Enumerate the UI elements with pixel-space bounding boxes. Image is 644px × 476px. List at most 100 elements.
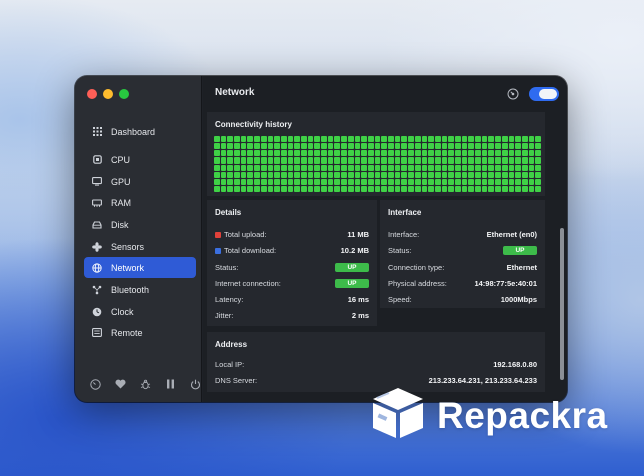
grid-icon bbox=[92, 127, 102, 137]
connectivity-cell bbox=[508, 157, 515, 164]
sidebar-item-ram[interactable]: RAM bbox=[84, 192, 196, 213]
close-button[interactable] bbox=[87, 89, 97, 99]
connectivity-cell bbox=[301, 178, 307, 185]
interface-row: Physical address: 14:98:77:5e:40:01 bbox=[388, 277, 537, 289]
connectivity-cell bbox=[515, 178, 521, 185]
status-badge: UP bbox=[335, 278, 369, 288]
connectivity-cell bbox=[374, 157, 381, 164]
heart-icon[interactable] bbox=[114, 378, 126, 390]
sidebar-item-remote[interactable]: Remote bbox=[84, 322, 196, 343]
sidebar-item-bluetooth[interactable]: Bluetooth bbox=[84, 279, 196, 300]
connectivity-cell bbox=[508, 150, 515, 157]
connectivity-cell bbox=[220, 185, 227, 192]
gauge-icon[interactable] bbox=[89, 378, 101, 390]
row-label: DNS Server: bbox=[215, 375, 258, 385]
bug-icon[interactable] bbox=[139, 378, 151, 390]
connectivity-cell bbox=[327, 171, 334, 178]
connectivity-cell bbox=[234, 178, 240, 185]
row-label: Local IP: bbox=[215, 359, 245, 369]
connectivity-cell bbox=[488, 150, 495, 157]
connectivity-cell bbox=[461, 185, 468, 192]
connectivity-cell bbox=[501, 157, 508, 164]
connectivity-cell bbox=[394, 150, 401, 157]
connectivity-cell bbox=[394, 185, 401, 192]
connectivity-cell bbox=[234, 157, 240, 164]
connectivity-cell bbox=[301, 136, 307, 143]
connectivity-cell bbox=[414, 143, 421, 150]
connectivity-cell bbox=[240, 136, 247, 143]
row-label: Jitter: bbox=[215, 310, 234, 320]
connectivity-cell bbox=[528, 185, 535, 192]
connectivity-cell bbox=[434, 143, 441, 150]
zoom-button[interactable] bbox=[119, 89, 129, 99]
connectivity-cell bbox=[468, 178, 475, 185]
connectivity-cell bbox=[408, 164, 414, 171]
sidebar-item-network[interactable]: Network bbox=[84, 257, 196, 278]
connectivity-cell bbox=[367, 150, 374, 157]
sidebar-item-dashboard[interactable]: Dashboard bbox=[84, 121, 196, 142]
connectivity-cell bbox=[227, 157, 234, 164]
connectivity-cell bbox=[254, 157, 260, 164]
connectivity-cell bbox=[260, 171, 267, 178]
connectivity-cell bbox=[267, 185, 274, 192]
sidebar-item-label: CPU bbox=[111, 154, 131, 165]
connectivity-cell bbox=[374, 185, 381, 192]
row-value: 16 ms bbox=[347, 294, 369, 304]
power-icon[interactable] bbox=[189, 378, 201, 390]
connectivity-cell bbox=[408, 157, 414, 164]
pause-icon[interactable] bbox=[164, 378, 176, 390]
connectivity-cell bbox=[274, 150, 280, 157]
sidebar-item-label: Remote bbox=[111, 327, 143, 338]
connectivity-cell bbox=[341, 185, 347, 192]
connectivity-cell bbox=[227, 164, 234, 171]
connectivity-cell bbox=[528, 178, 535, 185]
connectivity-cell bbox=[408, 178, 414, 185]
connectivity-cell bbox=[361, 150, 367, 157]
connectivity-cell bbox=[475, 150, 481, 157]
connectivity-cell bbox=[475, 164, 481, 171]
connectivity-cell bbox=[428, 150, 434, 157]
sidebar-item-gpu[interactable]: GPU bbox=[84, 171, 196, 192]
connectivity-cell bbox=[341, 143, 347, 150]
connectivity-cell bbox=[401, 164, 408, 171]
disk-icon bbox=[92, 220, 102, 230]
connectivity-cell bbox=[428, 157, 434, 164]
row-label: Speed: bbox=[388, 294, 412, 304]
connectivity-cell bbox=[254, 171, 260, 178]
connectivity-cell bbox=[381, 157, 388, 164]
connectivity-cell bbox=[414, 171, 421, 178]
connectivity-cell bbox=[461, 150, 468, 157]
minimize-button[interactable] bbox=[103, 89, 113, 99]
connectivity-cell bbox=[528, 164, 535, 171]
connectivity-cell bbox=[321, 164, 327, 171]
connectivity-cell bbox=[461, 171, 468, 178]
scrollbar[interactable] bbox=[560, 228, 564, 380]
connectivity-cell bbox=[260, 150, 267, 157]
connectivity-cell bbox=[240, 178, 247, 185]
connectivity-cell bbox=[388, 136, 394, 143]
connectivity-cell bbox=[334, 178, 341, 185]
sidebar-item-clock[interactable]: Clock bbox=[84, 301, 196, 322]
settings-gauge-icon[interactable] bbox=[507, 87, 519, 100]
sidebar-item-sensors[interactable]: Sensors bbox=[84, 236, 196, 257]
sidebar-item-cpu[interactable]: CPU bbox=[84, 149, 196, 170]
connectivity-cell bbox=[274, 157, 280, 164]
connectivity-cell bbox=[314, 143, 321, 150]
connectivity-cell bbox=[334, 143, 341, 150]
connectivity-cell bbox=[521, 157, 528, 164]
connectivity-cell bbox=[374, 178, 381, 185]
widget-toggle[interactable] bbox=[529, 87, 559, 101]
connectivity-cell bbox=[508, 185, 515, 192]
connectivity-cell bbox=[428, 178, 434, 185]
connectivity-cell bbox=[334, 150, 341, 157]
connectivity-cell bbox=[260, 178, 267, 185]
connectivity-cell bbox=[220, 157, 227, 164]
connectivity-cell bbox=[401, 171, 408, 178]
connectivity-cell bbox=[481, 178, 488, 185]
connectivity-cell bbox=[454, 150, 461, 157]
sidebar-item-disk[interactable]: Disk bbox=[84, 214, 196, 235]
connectivity-cell bbox=[260, 185, 267, 192]
connectivity-cell bbox=[314, 185, 321, 192]
interface-row: Speed: 1000Mbps bbox=[388, 293, 537, 305]
connectivity-cell bbox=[220, 150, 227, 157]
